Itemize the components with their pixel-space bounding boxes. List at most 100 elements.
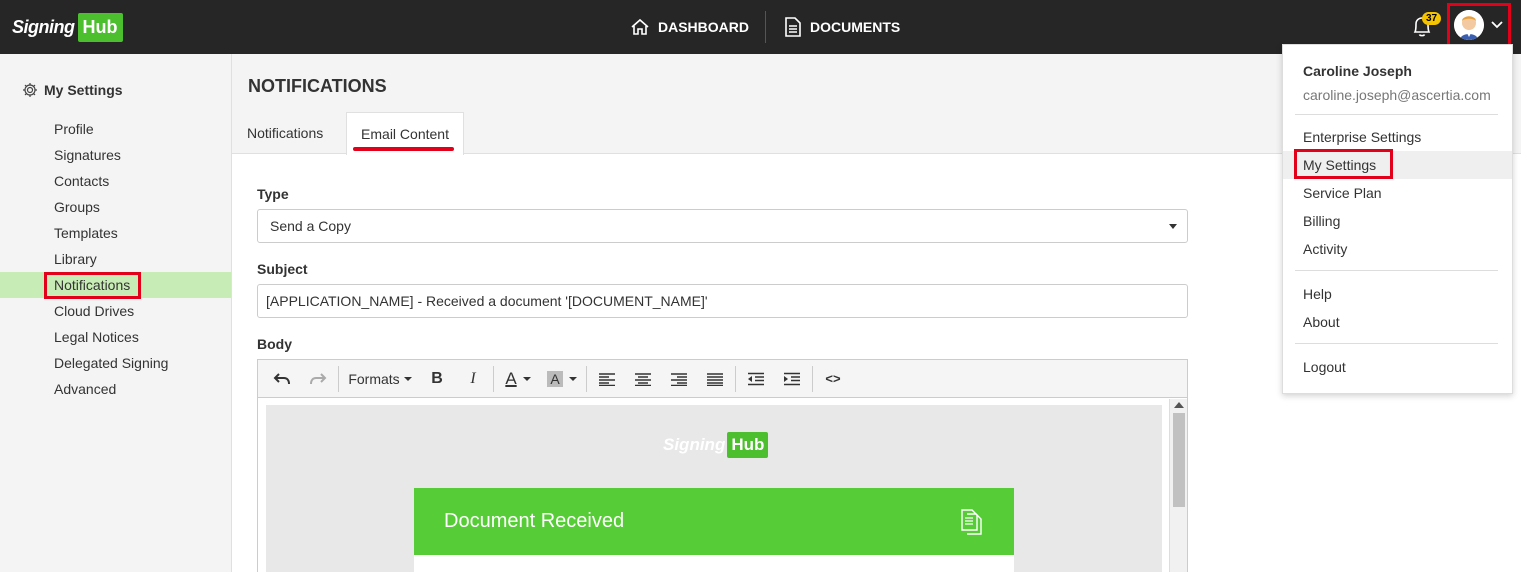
menu-item-logout[interactable]: Logout <box>1283 353 1512 381</box>
undo-icon <box>273 372 290 384</box>
outdent-button[interactable] <box>738 360 774 398</box>
align-center-icon <box>635 372 651 386</box>
toolbar-divider <box>338 365 339 392</box>
sidebar-item-label: Profile <box>54 121 94 137</box>
toolbar-divider <box>735 365 736 392</box>
menu-item-billing[interactable]: Billing <box>1283 207 1512 235</box>
align-right-icon <box>671 372 687 386</box>
menu-item-about[interactable]: About <box>1283 308 1512 336</box>
scroll-up-icon[interactable] <box>1174 402 1184 408</box>
email-preview-canvas[interactable]: Signing Hub Document Received <box>266 405 1162 572</box>
nav-dashboard-label: DASHBOARD <box>658 19 749 35</box>
highlight-box <box>1294 149 1393 179</box>
redo-icon <box>310 372 327 384</box>
user-name: Caroline Joseph <box>1303 63 1412 79</box>
type-select-value: Send a Copy <box>270 218 351 234</box>
nav-dashboard[interactable]: DASHBOARD <box>630 0 749 54</box>
caret-down-icon <box>403 376 412 381</box>
sidebar-item-profile[interactable]: Profile <box>0 116 231 142</box>
sidebar-item-library[interactable]: Library <box>0 246 231 272</box>
formats-dropdown[interactable]: Formats <box>341 360 419 398</box>
tab-notifications[interactable]: Notifications <box>247 112 323 154</box>
sidebar-item-templates[interactable]: Templates <box>0 220 231 246</box>
menu-divider <box>1295 270 1498 271</box>
sidebar-item-signatures[interactable]: Signatures <box>0 142 231 168</box>
background-color-button[interactable]: A <box>540 360 584 398</box>
sidebar-item-label: Delegated Signing <box>54 355 169 371</box>
email-logo-text-signing: Signing <box>663 435 726 454</box>
sidebar-item-label: Advanced <box>54 381 117 397</box>
text-color-icon: A <box>505 368 517 388</box>
sidebar-list: Profile Signatures Contacts Groups Templ… <box>0 116 231 402</box>
subject-input-value: [APPLICATION_NAME] - Received a document… <box>266 293 708 309</box>
tab-underline-highlight <box>353 147 454 151</box>
body-rich-text-editor[interactable]: Formats B I A A <> Signing Hub Document … <box>257 359 1188 572</box>
sidebar-item-label: Templates <box>54 225 118 241</box>
scroll-thumb[interactable] <box>1173 413 1185 507</box>
italic-button[interactable]: I <box>455 360 491 398</box>
body-label: Body <box>257 336 292 352</box>
caret-down-icon <box>1169 224 1177 229</box>
align-left-icon <box>599 372 615 386</box>
type-select[interactable]: Send a Copy <box>257 209 1188 243</box>
sidebar-item-cloud-drives[interactable]: Cloud Drives <box>0 298 231 324</box>
toolbar-divider <box>586 365 587 392</box>
indent-button[interactable] <box>774 360 810 398</box>
nav-documents[interactable]: DOCUMENTS <box>784 0 900 54</box>
editor-toolbar: Formats B I A A <> <box>258 360 1187 398</box>
align-left-button[interactable] <box>589 360 625 398</box>
chevron-down-icon <box>1491 21 1503 29</box>
bold-icon: B <box>431 369 443 387</box>
indent-icon <box>784 372 800 385</box>
sidebar-title: My Settings <box>22 82 123 98</box>
sidebar-item-advanced[interactable]: Advanced <box>0 376 231 402</box>
caret-down-icon <box>568 376 577 381</box>
editor-scrollbar[interactable] <box>1169 399 1187 572</box>
menu-item-service-plan[interactable]: Service Plan <box>1283 179 1512 207</box>
sidebar-item-label: Signatures <box>54 147 121 163</box>
document-icon <box>785 17 801 37</box>
align-right-button[interactable] <box>661 360 697 398</box>
toolbar-divider <box>493 365 494 392</box>
redo-button[interactable] <box>300 360 336 398</box>
user-menu-toggle[interactable] <box>1447 3 1511 47</box>
menu-divider <box>1295 114 1498 115</box>
user-email: caroline.joseph@ascertia.com <box>1303 87 1491 103</box>
text-color-button[interactable]: A <box>496 360 540 398</box>
sidebar-item-label: Contacts <box>54 173 110 189</box>
align-justify-icon <box>707 372 723 386</box>
align-justify-button[interactable] <box>697 360 733 398</box>
logo-text-signing: Signing <box>12 17 75 37</box>
menu-item-enterprise-settings[interactable]: Enterprise Settings <box>1283 123 1512 151</box>
sidebar-item-contacts[interactable]: Contacts <box>0 168 231 194</box>
align-center-button[interactable] <box>625 360 661 398</box>
caret-down-icon <box>522 376 531 381</box>
sidebar-title-label: My Settings <box>44 82 123 98</box>
undo-button[interactable] <box>264 360 300 398</box>
menu-item-help[interactable]: Help <box>1283 280 1512 308</box>
email-body-area <box>414 555 1014 572</box>
user-dropdown-menu: Caroline Joseph caroline.joseph@ascertia… <box>1282 44 1513 394</box>
menu-divider <box>1295 343 1498 344</box>
sidebar-item-label: Legal Notices <box>54 329 139 345</box>
sidebar-item-label: Library <box>54 251 97 267</box>
menu-item-activity[interactable]: Activity <box>1283 235 1512 263</box>
email-header-card: Document Received <box>414 488 1014 555</box>
sidebar-item-legal-notices[interactable]: Legal Notices <box>0 324 231 350</box>
subject-input[interactable]: [APPLICATION_NAME] - Received a document… <box>257 284 1188 318</box>
source-code-button[interactable]: <> <box>815 360 851 398</box>
email-logo: Signing Hub <box>663 432 769 458</box>
subject-label: Subject <box>257 261 308 277</box>
italic-icon: I <box>470 369 476 387</box>
sidebar-item-groups[interactable]: Groups <box>0 194 231 220</box>
formats-label: Formats <box>348 370 400 387</box>
background-color-icon: A <box>547 370 563 387</box>
notification-count-badge: 37 <box>1422 12 1442 25</box>
bold-button[interactable]: B <box>419 360 455 398</box>
settings-sidebar: My Settings Profile Signatures Contacts … <box>0 54 232 572</box>
email-card-title: Document Received <box>444 510 625 532</box>
sidebar-item-delegated-signing[interactable]: Delegated Signing <box>0 350 231 376</box>
sidebar-item-notifications[interactable]: Notifications <box>0 272 231 299</box>
code-icon: <> <box>825 371 841 386</box>
signinghub-logo[interactable]: Signing Hub <box>12 11 123 44</box>
